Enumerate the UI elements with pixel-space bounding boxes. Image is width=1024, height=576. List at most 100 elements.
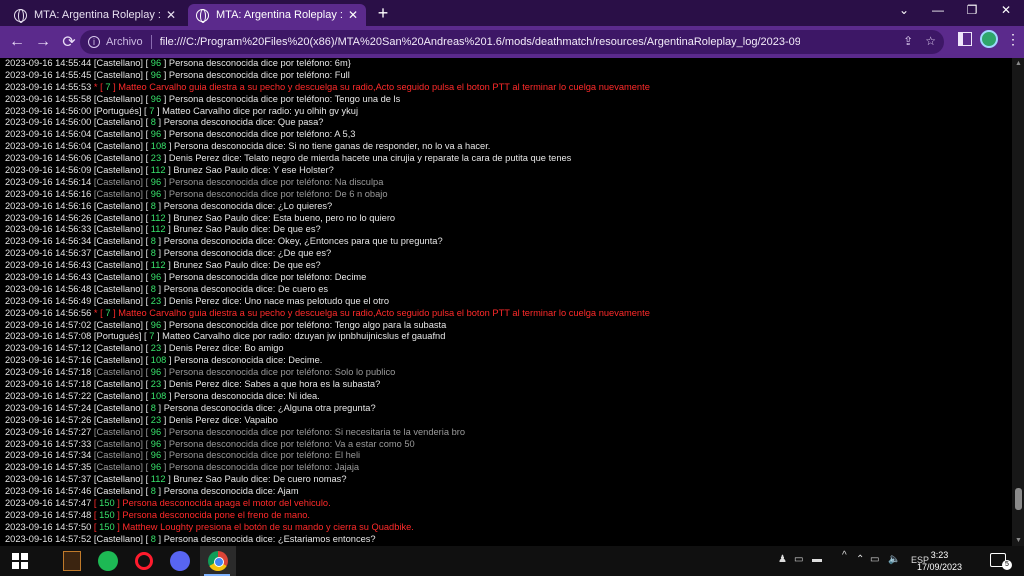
log-timestamp: 2023-09-16 14:55:44 xyxy=(5,58,92,68)
log-player-id: 96 xyxy=(150,367,162,378)
tray-expand-icon[interactable]: ⌃ xyxy=(856,554,864,565)
tab-inactive[interactable]: MTA: Argentina Roleplay :: 2023-0 ✕ xyxy=(6,4,184,26)
log-prefix: [Castellano] [ xyxy=(93,272,149,283)
reload-button[interactable]: ⟳ xyxy=(56,29,82,55)
address-bar[interactable]: i Archivo file:///C:/Program%20Files%20(… xyxy=(80,30,944,54)
log-player-id: 96 xyxy=(150,129,162,140)
log-message: ] Persona desconocida dice: Ni idea. xyxy=(168,390,320,401)
log-player-id: 7 xyxy=(149,105,155,116)
tab-close-button[interactable]: ✕ xyxy=(164,8,178,22)
new-tab-button[interactable]: + xyxy=(374,3,392,24)
tab-title: MTA: Argentina Roleplay :: 2023-0 xyxy=(34,9,160,21)
log-message: ] Persona desconocida dice: Okey, ¿Enton… xyxy=(158,236,443,247)
log-timestamp: 2023-09-16 14:56:06 xyxy=(5,153,92,164)
log-timestamp: 2023-09-16 14:57:37 xyxy=(5,474,92,485)
log-line: 2023-09-16 14:57:02 [Castellano] [ 96 ] … xyxy=(5,320,1012,332)
menu-kebab-icon[interactable]: ⋮ xyxy=(1006,31,1020,48)
log-line: 2023-09-16 14:57:18 [Castellano] [ 23 ] … xyxy=(5,379,1012,391)
scroll-up-arrow-icon[interactable]: ▲ xyxy=(1015,60,1022,67)
log-timestamp: 2023-09-16 14:56:16 xyxy=(5,188,92,199)
share-icon[interactable]: ⇪ xyxy=(903,34,913,48)
log-message: ] Persona desconocida dice: ¿Alguna otra… xyxy=(158,402,376,413)
log-player-id: 8 xyxy=(150,402,156,413)
log-message: ] Matteo Carvalho dice por radio: dzuyan… xyxy=(157,331,446,342)
log-message: ] Matteo Carvalho guia diestra a su pech… xyxy=(113,81,650,92)
volume-icon[interactable]: 🔈 xyxy=(888,554,900,565)
log-line: 2023-09-16 14:55:58 [Castellano] [ 96 ] … xyxy=(5,94,1012,106)
profile-avatar[interactable] xyxy=(980,30,998,48)
tab-bar: MTA: Argentina Roleplay :: 2023-0 ✕ MTA:… xyxy=(0,0,1024,26)
log-prefix: [Castellano] [ xyxy=(93,426,149,437)
taskbar-app-opera[interactable] xyxy=(132,549,156,573)
battery-icon[interactable]: ▭ xyxy=(870,554,879,565)
log-prefix: [Castellano] [ xyxy=(93,390,149,401)
log-line: 2023-09-16 14:56:16 [Castellano] [ 96 ] … xyxy=(5,189,1012,201)
log-line: 2023-09-16 14:57:50 [ 150 ] Matthew Loug… xyxy=(5,522,1012,534)
log-timestamp: 2023-09-16 14:55:45 xyxy=(5,69,92,80)
tray-overflow-chevron-icon[interactable]: ^ xyxy=(842,550,847,561)
taskbar-app-discord[interactable] xyxy=(168,549,192,573)
log-prefix: [Castellano] [ xyxy=(93,69,149,80)
tab-search-chevron-icon[interactable]: ⌄ xyxy=(894,3,914,17)
window-close-button[interactable]: ✕ xyxy=(996,3,1016,17)
log-player-id: 96 xyxy=(150,272,162,283)
log-line: 2023-09-16 14:57:24 [Castellano] [ 8 ] P… xyxy=(5,403,1012,415)
log-timestamp: 2023-09-16 14:57:35 xyxy=(5,462,92,473)
tray-network-app-icon[interactable]: ▭ xyxy=(794,554,803,565)
log-timestamp: 2023-09-16 14:56:49 xyxy=(5,295,92,306)
tab-close-button[interactable]: ✕ xyxy=(346,8,360,22)
log-message: ] Persona desconocida dice por teléfono:… xyxy=(163,69,350,80)
spotify-icon xyxy=(98,551,118,571)
scroll-down-arrow-icon[interactable]: ▼ xyxy=(1015,537,1022,544)
bookmark-star-icon[interactable]: ☆ xyxy=(925,34,936,48)
info-icon[interactable]: i xyxy=(88,36,100,48)
log-message: ] Matteo Carvalho dice por radio: yu olh… xyxy=(157,105,359,116)
log-player-id: 112 xyxy=(150,212,166,223)
forward-button[interactable]: → xyxy=(30,29,56,55)
log-line: 2023-09-16 14:57:08 [Portugués] [ 7 ] Ma… xyxy=(5,331,1012,343)
clock-time: 3:23 xyxy=(930,550,949,560)
taskbar-app-chrome[interactable] xyxy=(206,549,230,573)
log-prefix: [Castellano] [ xyxy=(93,141,149,152)
log-prefix: [ xyxy=(93,509,97,520)
log-message: ] Brunez Sao Paulo dice: Esta bueno, per… xyxy=(168,212,396,223)
system-clock[interactable]: 3:23 17/09/2023 xyxy=(917,549,962,573)
log-timestamp: 2023-09-16 14:55:58 xyxy=(5,93,92,104)
log-player-id: 96 xyxy=(150,438,162,449)
url-text[interactable]: file:///C:/Program%20Files%20(x86)/MTA%2… xyxy=(160,36,800,48)
log-player-id: 108 xyxy=(150,355,167,366)
vertical-scrollbar[interactable]: ▲ ▼ xyxy=(1012,58,1024,546)
log-message: ] Denis Perez dice: Bo amigo xyxy=(163,343,284,354)
log-message: ] Persona desconocida dice por teléfono:… xyxy=(163,319,447,330)
back-button[interactable]: ← xyxy=(4,29,30,55)
log-line: 2023-09-16 14:56:16 [Castellano] [ 8 ] P… xyxy=(5,201,1012,213)
url-separator xyxy=(150,35,152,49)
tray-folder-icon[interactable]: ▬ xyxy=(812,554,822,565)
log-message: ] Persona desconocida dice: Decime. xyxy=(168,355,323,366)
start-button[interactable] xyxy=(8,549,32,573)
tab-active[interactable]: MTA: Argentina Roleplay :: 2023-0 ✕ xyxy=(188,4,366,26)
minimize-button[interactable]: — xyxy=(928,3,948,17)
scrollbar-thumb[interactable] xyxy=(1015,488,1022,510)
log-line: 2023-09-16 14:56:33 [Castellano] [ 112 ]… xyxy=(5,224,1012,236)
tray-app-icon[interactable]: ♟ xyxy=(778,554,787,565)
log-message: ] Persona desconocida dice: De cuero es xyxy=(158,283,329,294)
side-panel-icon[interactable] xyxy=(958,32,972,46)
log-timestamp: 2023-09-16 14:57:50 xyxy=(5,521,92,532)
log-prefix: [Castellano] [ xyxy=(93,200,149,211)
log-player-id: 23 xyxy=(150,379,162,390)
log-prefix: [Portugués] [ xyxy=(93,105,147,116)
log-message: ] Persona desconocida dice por teléfono:… xyxy=(163,462,360,473)
log-timestamp: 2023-09-16 14:57:12 xyxy=(5,343,92,354)
log-player-id: 96 xyxy=(150,58,162,68)
log-prefix: * [ xyxy=(93,307,103,318)
log-message: ] Persona desconocida dice por teléfono:… xyxy=(163,93,401,104)
log-line: 2023-09-16 14:57:22 [Castellano] [ 108 ]… xyxy=(5,391,1012,403)
log-player-id: 108 xyxy=(150,390,167,401)
log-line: 2023-09-16 14:57:52 [Castellano] [ 8 ] P… xyxy=(5,534,1012,546)
taskbar-app-spotify[interactable] xyxy=(96,549,120,573)
maximize-button[interactable]: ❐ xyxy=(962,3,982,17)
log-prefix: [Castellano] [ xyxy=(93,486,149,497)
taskbar-app-mta[interactable] xyxy=(60,549,84,573)
log-message: ] Persona desconocida dice por teléfono:… xyxy=(163,426,466,437)
